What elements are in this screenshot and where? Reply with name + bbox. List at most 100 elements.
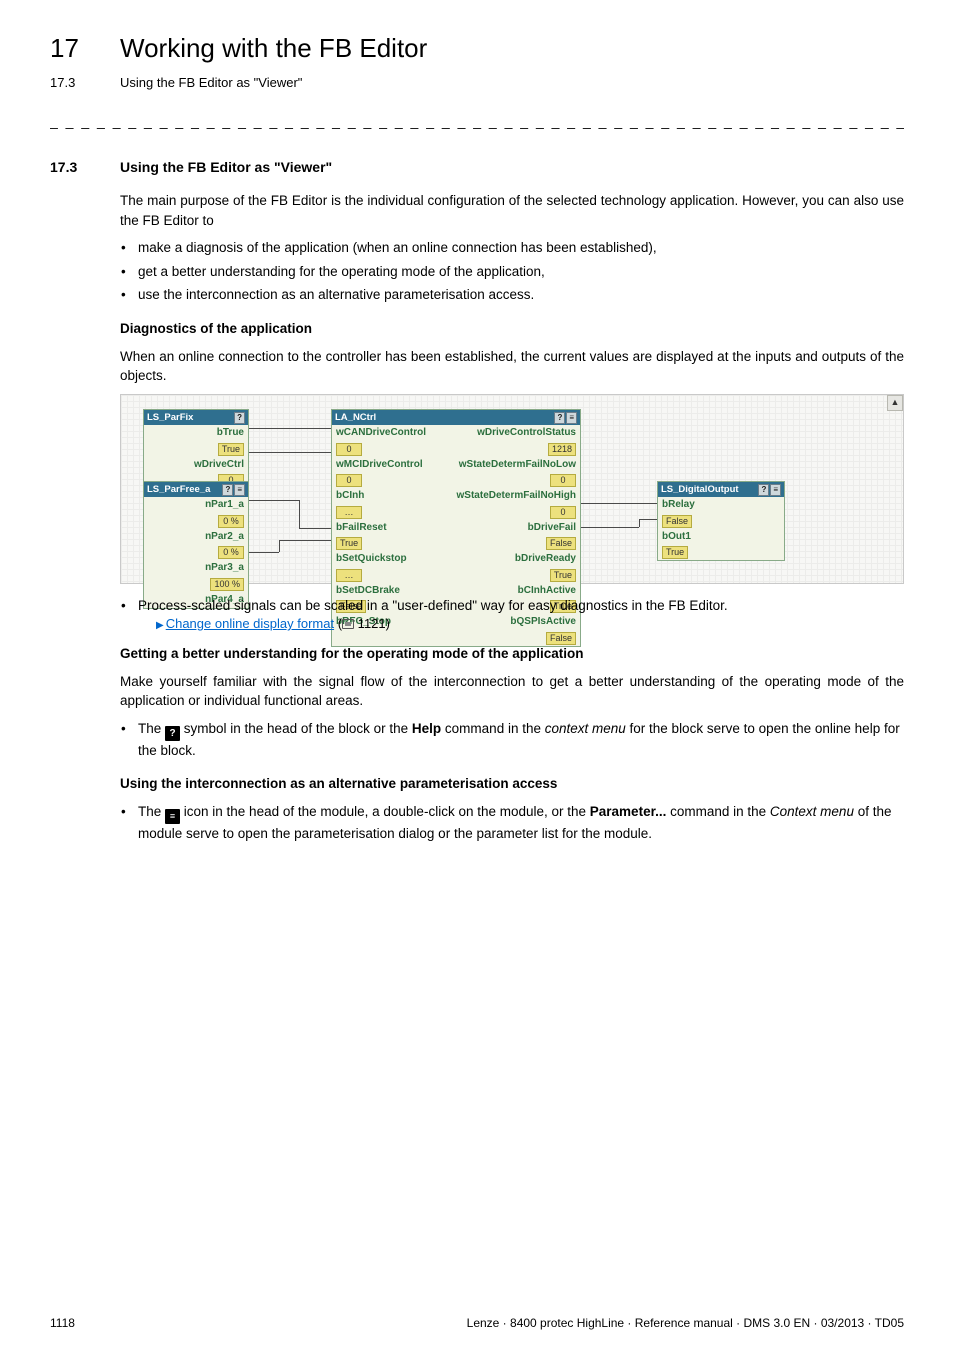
port-label: bDriveReady [515, 552, 576, 567]
wire [299, 500, 300, 528]
bullet-text: command in the [666, 804, 770, 819]
port-label: wDriveCtrl [194, 458, 244, 473]
bullet-text: The [138, 804, 165, 819]
better-understanding-paragraph: Make yourself familiar with the signal f… [120, 672, 904, 711]
wire [639, 519, 657, 520]
port-value: 0 % [218, 546, 244, 559]
wire [249, 452, 331, 453]
wire [279, 540, 280, 552]
bullet-text: command in the [441, 721, 545, 736]
section-title: Using the FB Editor as "Viewer" [120, 157, 332, 177]
intro-bullet: get a better understanding for the opera… [138, 262, 904, 282]
port-value: False [546, 537, 576, 550]
help-symbol-bullet: The ? symbol in the head of the block or… [138, 719, 904, 761]
port-value: True [218, 443, 244, 456]
port-label: nPar1_a [205, 498, 244, 513]
divider-dashes: _ _ _ _ _ _ _ _ _ _ _ _ _ _ _ _ _ _ _ _ … [50, 111, 904, 131]
book-icon [342, 619, 354, 629]
port-value: … [336, 506, 362, 519]
diagnostics-paragraph: When an online connection to the control… [120, 347, 904, 386]
bullet-text: symbol in the head of the block or the [180, 721, 412, 736]
port-value: True [550, 569, 576, 582]
wire [581, 503, 657, 504]
intro-paragraph: The main purpose of the FB Editor is the… [120, 191, 904, 230]
better-understanding-heading: Getting a better understanding for the o… [120, 644, 904, 664]
port-label: bFailReset [336, 521, 387, 536]
block-title-label: LA_NCtrl [335, 411, 376, 425]
port-label: nPar2_a [205, 530, 244, 545]
port-value: 0 % [218, 515, 244, 528]
port-label: bCInh [336, 489, 364, 504]
wire [639, 519, 640, 527]
chapter-title: Working with the FB Editor [120, 30, 427, 68]
process-bullet: Process-scaled signals can be scaled in … [138, 596, 904, 634]
wire [279, 540, 331, 541]
ref-page: 1121) [354, 616, 390, 631]
port-label: wDriveControlStatus [477, 426, 576, 441]
port-label: bRelay [662, 498, 695, 513]
port-label: wStateDetermFailNoHigh [457, 489, 576, 504]
port-value: 0 [336, 474, 362, 487]
subsection-number-top: 17.3 [50, 74, 120, 93]
port-value: 0 [550, 506, 576, 519]
scroll-up-button[interactable]: ▲ [887, 395, 903, 411]
block-title-label: LS_DigitalOutput [661, 483, 739, 497]
page-number: 1118 [50, 1315, 75, 1332]
bullet-bold: Parameter... [590, 804, 667, 819]
port-label: bTrue [217, 426, 244, 441]
bullet-text: The [138, 721, 165, 736]
block-ls-digitaloutput[interactable]: LS_DigitalOutput ?≡ bRelay False bOut1 T… [657, 481, 785, 562]
parameter-icon: ≡ [165, 809, 180, 824]
port-label: wMCIDriveControl [336, 458, 423, 473]
bullet-text: icon in the head of the module, a double… [180, 804, 590, 819]
port-value: 0 [336, 443, 362, 456]
port-value: False [662, 515, 692, 528]
bullet-italic: context menu [545, 721, 626, 736]
interconnection-heading: Using the interconnection as an alternat… [120, 774, 904, 794]
help-badge-icon[interactable]: ? [554, 412, 565, 424]
block-title-label: LS_ParFix [147, 411, 193, 425]
help-badge-icon[interactable]: ? [758, 484, 769, 496]
link-arrow-icon: ▶ [156, 620, 164, 631]
param-badge-icon[interactable]: ≡ [234, 484, 245, 496]
wire [249, 500, 299, 501]
diagnostics-heading: Diagnostics of the application [120, 319, 904, 339]
help-icon: ? [165, 726, 180, 741]
port-label: nPar3_a [205, 561, 244, 576]
subsection-title-top: Using the FB Editor as "Viewer" [120, 74, 302, 93]
intro-bullet: use the interconnection as an alternativ… [138, 285, 904, 305]
help-badge-icon[interactable]: ? [222, 484, 233, 496]
port-value: … [336, 569, 362, 582]
wire [581, 527, 639, 528]
param-badge-icon[interactable]: ≡ [566, 412, 577, 424]
chapter-number: 17 [50, 30, 120, 68]
parameter-icon-bullet: The ≡ icon in the head of the module, a … [138, 802, 904, 844]
port-value: True [336, 537, 362, 550]
port-label: bDriveFail [528, 521, 576, 536]
port-value: 1218 [548, 443, 576, 456]
wire [249, 552, 279, 553]
footer-meta: Lenze · 8400 protec HighLine · Reference… [467, 1315, 904, 1332]
section-number: 17.3 [50, 157, 120, 177]
port-label: bSetQuickstop [336, 552, 407, 567]
port-label: wStateDetermFailNoLow [459, 458, 576, 473]
port-value: True [662, 546, 688, 559]
block-title-label: LS_ParFree_a [147, 483, 210, 497]
bullet-italic: Context menu [770, 804, 854, 819]
block-ls-parfix[interactable]: LS_ParFix ? bTrue True wDriveCtrl 0 [143, 409, 249, 490]
page-footer: 1118 Lenze · 8400 protec HighLine · Refe… [50, 1315, 904, 1332]
fb-diagram: ▲ LS_ParFix ? bTrue True wDriveCtrl 0 LS… [120, 394, 904, 584]
bullet-bold: Help [412, 721, 441, 736]
process-bullet-text: Process-scaled signals can be scaled in … [138, 598, 728, 613]
intro-bullet: make a diagnosis of the application (whe… [138, 238, 904, 258]
change-display-format-link[interactable]: Change online display format [166, 616, 334, 631]
wire [249, 428, 331, 429]
port-value: 0 [550, 474, 576, 487]
param-badge-icon[interactable]: ≡ [770, 484, 781, 496]
block-ls-parfree[interactable]: LS_ParFree_a ?≡ nPar1_a 0 % nPar2_a 0 % … [143, 481, 249, 610]
port-label: wCANDriveControl [336, 426, 426, 441]
port-label: bOut1 [662, 530, 691, 545]
help-badge-icon[interactable]: ? [234, 412, 245, 424]
port-value: 100 % [210, 578, 244, 591]
wire [299, 528, 331, 529]
